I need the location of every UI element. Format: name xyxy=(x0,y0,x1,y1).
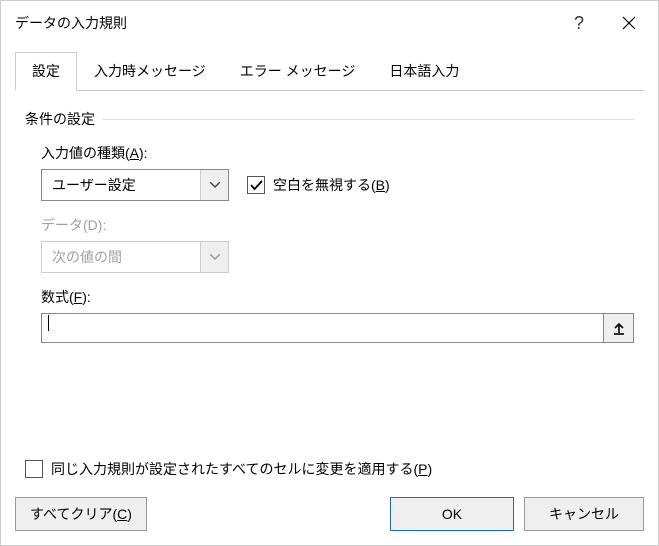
clear-all-button[interactable]: すべてクリア(C) xyxy=(15,497,147,531)
allow-dropdown[interactable]: ユーザー設定 xyxy=(41,169,229,201)
tab-content: 条件の設定 入力値の種類(A): ユーザー設定 xyxy=(1,91,658,453)
ignore-blank-row: 空白を無視する(B) xyxy=(247,175,390,195)
collapse-dialog-icon xyxy=(613,322,625,335)
data-value: 次の値の間 xyxy=(42,247,200,267)
allow-label: 入力値の種類(A): xyxy=(41,143,634,163)
ok-button[interactable]: OK xyxy=(390,497,514,531)
tab-settings[interactable]: 設定 xyxy=(15,52,77,91)
apply-all-row: 同じ入力規則が設定されたすべてのセルに変更を適用する(P) xyxy=(25,459,634,479)
tab-strip: 設定 入力時メッセージ エラー メッセージ 日本語入力 xyxy=(1,45,658,91)
apply-all-checkbox xyxy=(25,460,43,478)
tab-error-alert[interactable]: エラー メッセージ xyxy=(223,52,373,91)
data-dropdown-button xyxy=(200,242,228,272)
close-icon xyxy=(622,16,636,30)
spacer xyxy=(157,497,380,531)
ignore-blank-label: 空白を無視する(B) xyxy=(273,175,390,195)
titlebar: データの入力規則 ? xyxy=(1,1,658,45)
dialog-footer: すべてクリア(C) OK キャンセル xyxy=(1,493,658,545)
chevron-down-icon xyxy=(210,182,220,188)
data-validation-dialog: データの入力規則 ? 設定 入力時メッセージ エラー メッセージ 日本語入力 条… xyxy=(0,0,659,546)
tab-ime-mode[interactable]: 日本語入力 xyxy=(372,52,476,91)
formula-range-selector-button[interactable] xyxy=(604,313,634,343)
ignore-blank-checkbox[interactable] xyxy=(247,176,265,194)
allow-value: ユーザー設定 xyxy=(42,175,200,195)
group-divider xyxy=(103,119,634,120)
dialog-title: データの入力規則 xyxy=(15,13,554,33)
tab-input-message[interactable]: 入力時メッセージ xyxy=(77,52,223,91)
apply-all-label: 同じ入力規則が設定されたすべてのセルに変更を適用する(P) xyxy=(51,459,432,479)
help-button[interactable]: ? xyxy=(554,3,604,43)
allow-dropdown-button[interactable] xyxy=(200,170,228,200)
data-dropdown: 次の値の間 xyxy=(41,241,229,273)
close-button[interactable] xyxy=(604,3,654,43)
group-label: 条件の設定 xyxy=(25,109,95,129)
group-header: 条件の設定 xyxy=(25,109,634,129)
formula-label: 数式(F): xyxy=(41,287,634,307)
chevron-down-icon xyxy=(210,254,220,260)
check-icon xyxy=(250,180,263,191)
cancel-button[interactable]: キャンセル xyxy=(524,497,644,531)
data-label: データ(D): xyxy=(41,215,634,235)
formula-input[interactable] xyxy=(41,313,604,343)
text-cursor xyxy=(48,315,49,331)
